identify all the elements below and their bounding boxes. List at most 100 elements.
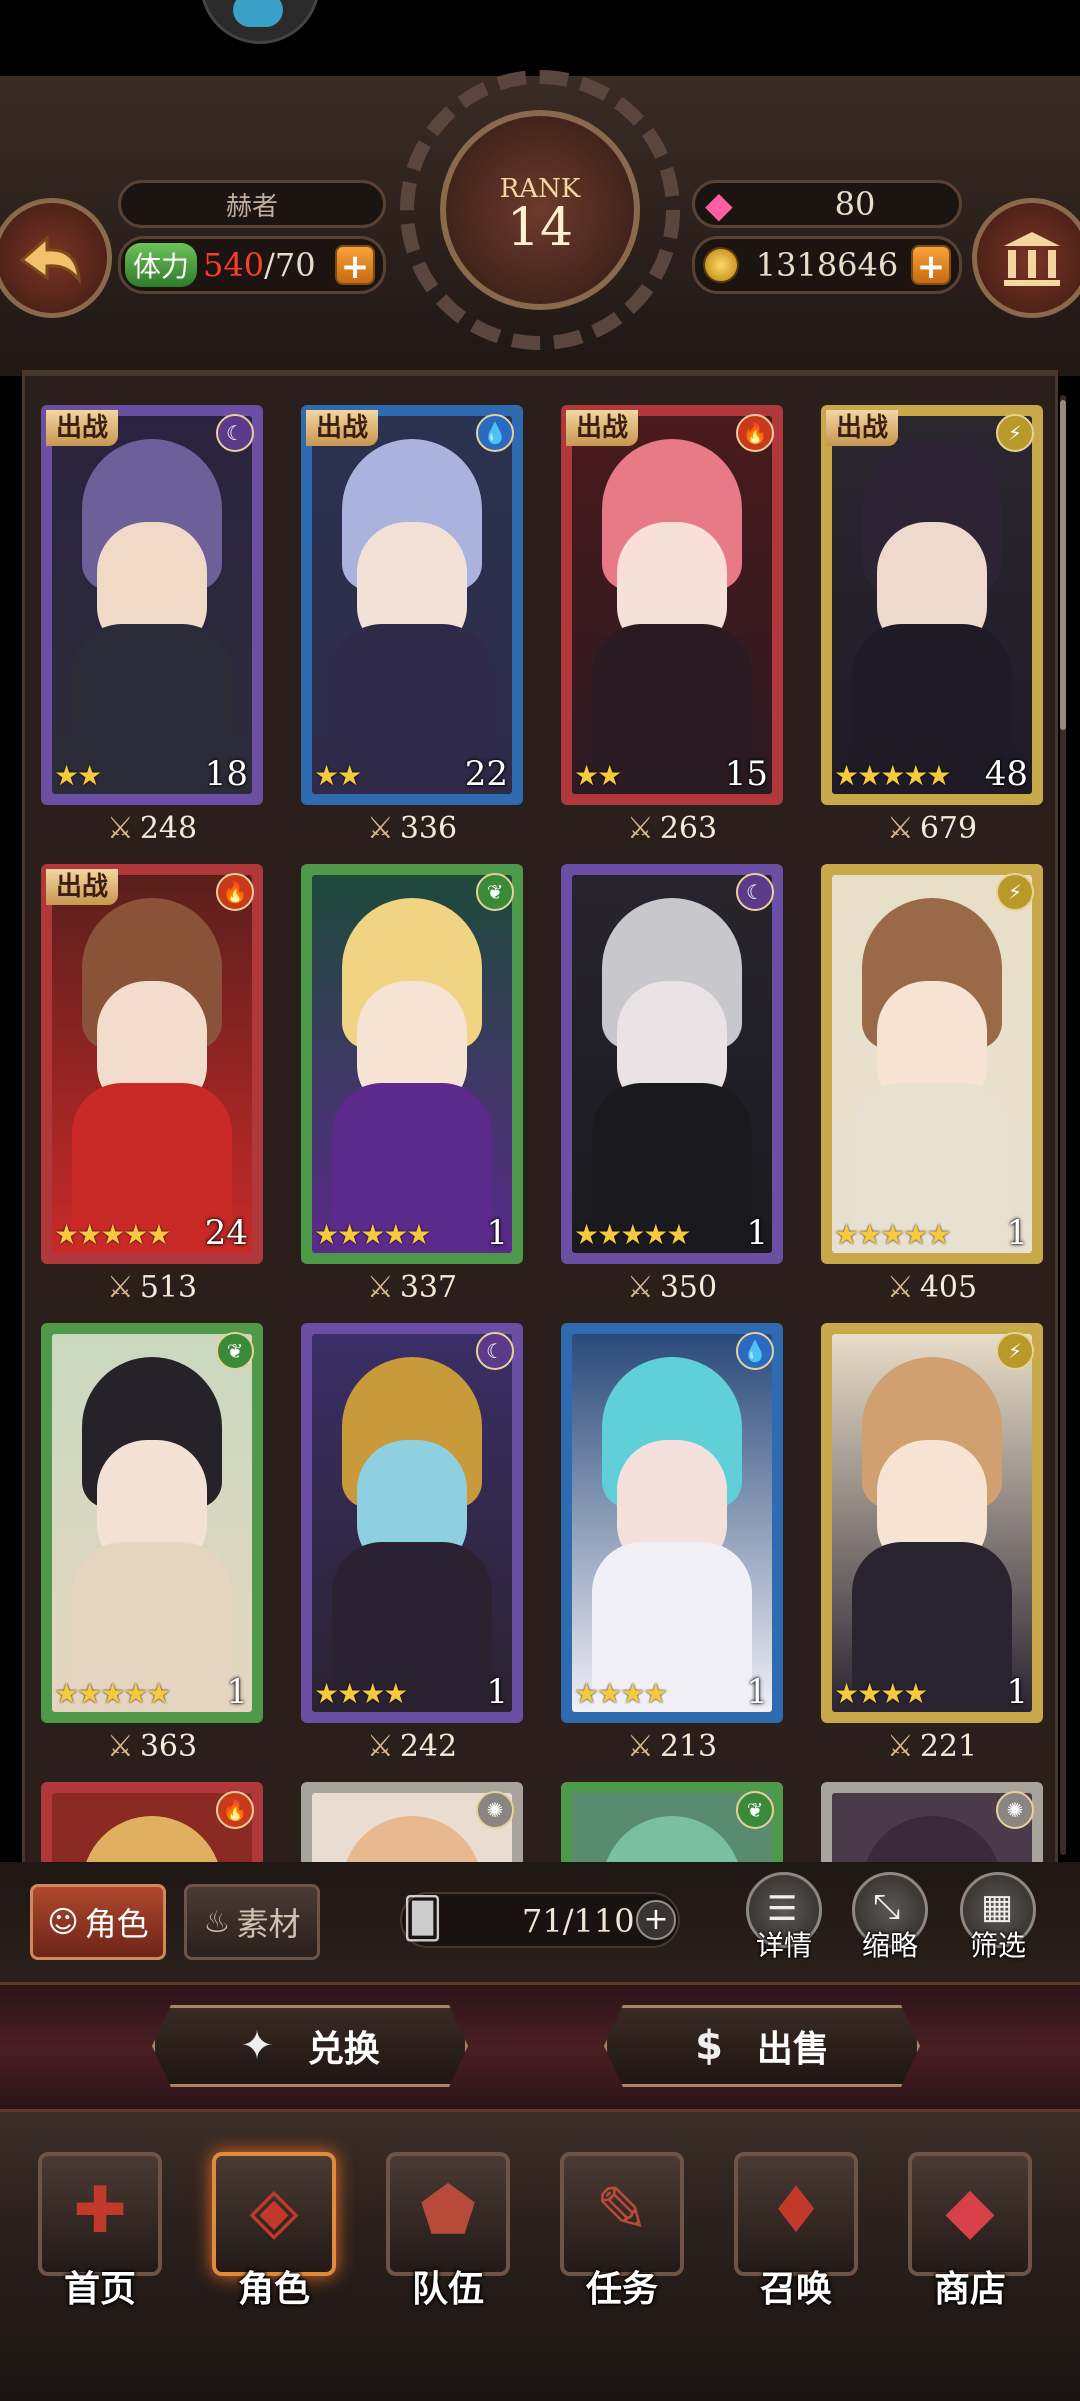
star-rating: ★★ [54,759,102,792]
character-portrait [312,1334,512,1712]
back-button[interactable] [0,198,112,318]
character-card[interactable]: 出战 ☾ ★★ 18 [41,405,263,805]
nav-item-team[interactable]: ⬟ 队伍 [382,2152,514,2332]
capacity-field: 🂠 71/110 + [400,1892,680,1948]
shrink-icon: ⤡ [873,1887,901,1927]
star-rating: ★★ [314,759,362,792]
crossed-swords-icon: ⚔ [366,811,394,846]
combat-power: ⚔ 350 [561,1270,783,1310]
character-card[interactable]: 出战 ⚡ ★★★★★ 48 [821,405,1043,805]
character-level: 22 [464,754,508,794]
combat-power-value: 350 [659,1270,718,1305]
crossed-swords-icon: ⚔ [366,1270,394,1305]
character-portrait [52,875,252,1253]
element-water-icon: 💧 [736,1332,774,1370]
stamina-label: 体力 [125,243,198,287]
character-level: 1 [486,1672,508,1712]
crossed-swords-icon: ⚔ [626,1270,654,1305]
rank-value: 14 [506,198,574,258]
character-portrait [572,875,772,1253]
combat-power-value: 221 [919,1729,978,1764]
nav-item-summon[interactable]: ♦ 召唤 [730,2152,862,2332]
combat-power: ⚔ 221 [821,1729,1043,1769]
character-card[interactable]: 出战 🔥 ★★★★★ 24 [41,864,263,1264]
nav-item-shop[interactable]: ◆ 商店 [904,2152,1036,2332]
combat-power: ⚔ 213 [561,1729,783,1769]
combat-power: ⚔ 405 [821,1270,1043,1310]
character-level: 18 [204,754,248,794]
character-card[interactable]: 💧 ★★★★ 1 [561,1323,783,1723]
home-icon: ✚ [73,2174,127,2248]
character-card[interactable]: ❦ ★★★★★ 1 [41,1323,263,1723]
sell-button[interactable]: $ 出售 [604,2005,920,2087]
star-rating: ★★★★★ [54,1677,172,1710]
tab-material[interactable]: ♨ 素材 [184,1884,320,1960]
character-card[interactable]: ☾ ★★★★★ 1 [561,864,783,1264]
material-tab-icon: ♨ [203,1904,231,1940]
character-card[interactable]: ☾ ★★★★ 1 [301,1323,523,1723]
combat-power-value: 242 [399,1729,458,1764]
money-bag-icon: $ [695,2023,723,2069]
gold-add-button[interactable]: + [911,245,951,287]
character-portrait [312,416,512,794]
details-label: 详情 [755,1929,812,1962]
element-water-icon: 💧 [476,414,514,452]
character-level: 24 [204,1213,248,1253]
combat-power-value: 337 [399,1270,458,1305]
crossed-swords-icon: ⚔ [886,811,914,846]
character-level: 1 [746,1213,768,1253]
deployed-badge: 出战 [46,410,119,446]
card-stack-icon: 🂠 [402,1896,443,1942]
nav-item-home[interactable]: ✚ 首页 [34,2152,166,2332]
combat-power-value: 213 [659,1729,718,1764]
tab-character[interactable]: ☺ 角色 [30,1884,166,1960]
character-card[interactable]: ✺ [821,1782,1043,1864]
deployed-badge: 出战 [826,410,899,446]
element-light-icon: ✺ [996,1791,1034,1829]
stamina-add-button[interactable]: + [335,245,375,287]
stamina-field: 体力 540 /70 + [118,236,386,294]
combat-power: ⚔ 679 [821,811,1043,851]
element-fire-icon: 🔥 [736,414,774,452]
combat-power-value: 363 [139,1729,198,1764]
element-fire-icon: 🔥 [216,1791,254,1829]
puzzle-icon: ✦ [240,2023,274,2069]
character-grid: 出战 ☾ ★★ 18 ⚔ 248 出战 💧 ★★ 22 ⚔ 336 出战 🔥 ★★ 15 ⚔ 263 出战 ⚡ ★★★★… [22,376,1058,1864]
gold-value: 1318646 [755,246,899,284]
character-portrait [832,1334,1032,1712]
nav-item-character[interactable]: ◈ 角色 [208,2152,340,2332]
crossed-swords-icon: ⚔ [106,1729,134,1764]
element-fire-icon: 🔥 [216,873,254,911]
character-card[interactable]: 出战 💧 ★★ 22 [301,405,523,805]
character-card[interactable]: ⚡ ★★★★ 1 [821,1323,1043,1723]
crossed-swords-icon: ⚔ [886,1729,914,1764]
stamina-current: 540 [203,246,265,284]
status-bar [0,0,1080,76]
character-card[interactable]: ❦ [561,1782,783,1864]
element-wood-icon: ❦ [476,873,514,911]
element-thunder-icon: ⚡ [996,873,1034,911]
gallery-button[interactable] [972,198,1080,318]
gems-field: ◆ 80 [692,180,962,228]
expand-capacity-button[interactable]: + [636,1900,676,1940]
deployed-badge: 出战 [306,410,379,446]
grid-scroll-thumb[interactable] [1060,400,1066,730]
character-portrait [832,875,1032,1253]
crossed-swords-icon: ⚔ [886,1270,914,1305]
nav-label: 首页 [63,2269,136,2310]
exchange-button[interactable]: ✦ 兑换 [152,2005,468,2087]
nav-label: 队伍 [411,2269,484,2310]
character-card[interactable]: 出战 🔥 ★★ 15 [561,405,783,805]
player-name: 赫者 [225,191,278,222]
nav-item-quest[interactable]: ✎ 任务 [556,2152,688,2332]
character-card[interactable]: 🔥 [41,1782,263,1864]
character-card[interactable]: ❦ ★★★★★ 1 [301,864,523,1264]
combat-power-value: 248 [139,811,198,846]
tab-material-label: 素材 [236,1905,301,1943]
combat-power-value: 513 [139,1270,198,1305]
character-portrait [52,416,252,794]
character-card[interactable]: ⚡ ★★★★★ 1 [821,864,1043,1264]
element-dark-icon: ☾ [736,873,774,911]
character-card[interactable]: ✺ [301,1782,523,1864]
character-icon: ◈ [249,2174,299,2248]
